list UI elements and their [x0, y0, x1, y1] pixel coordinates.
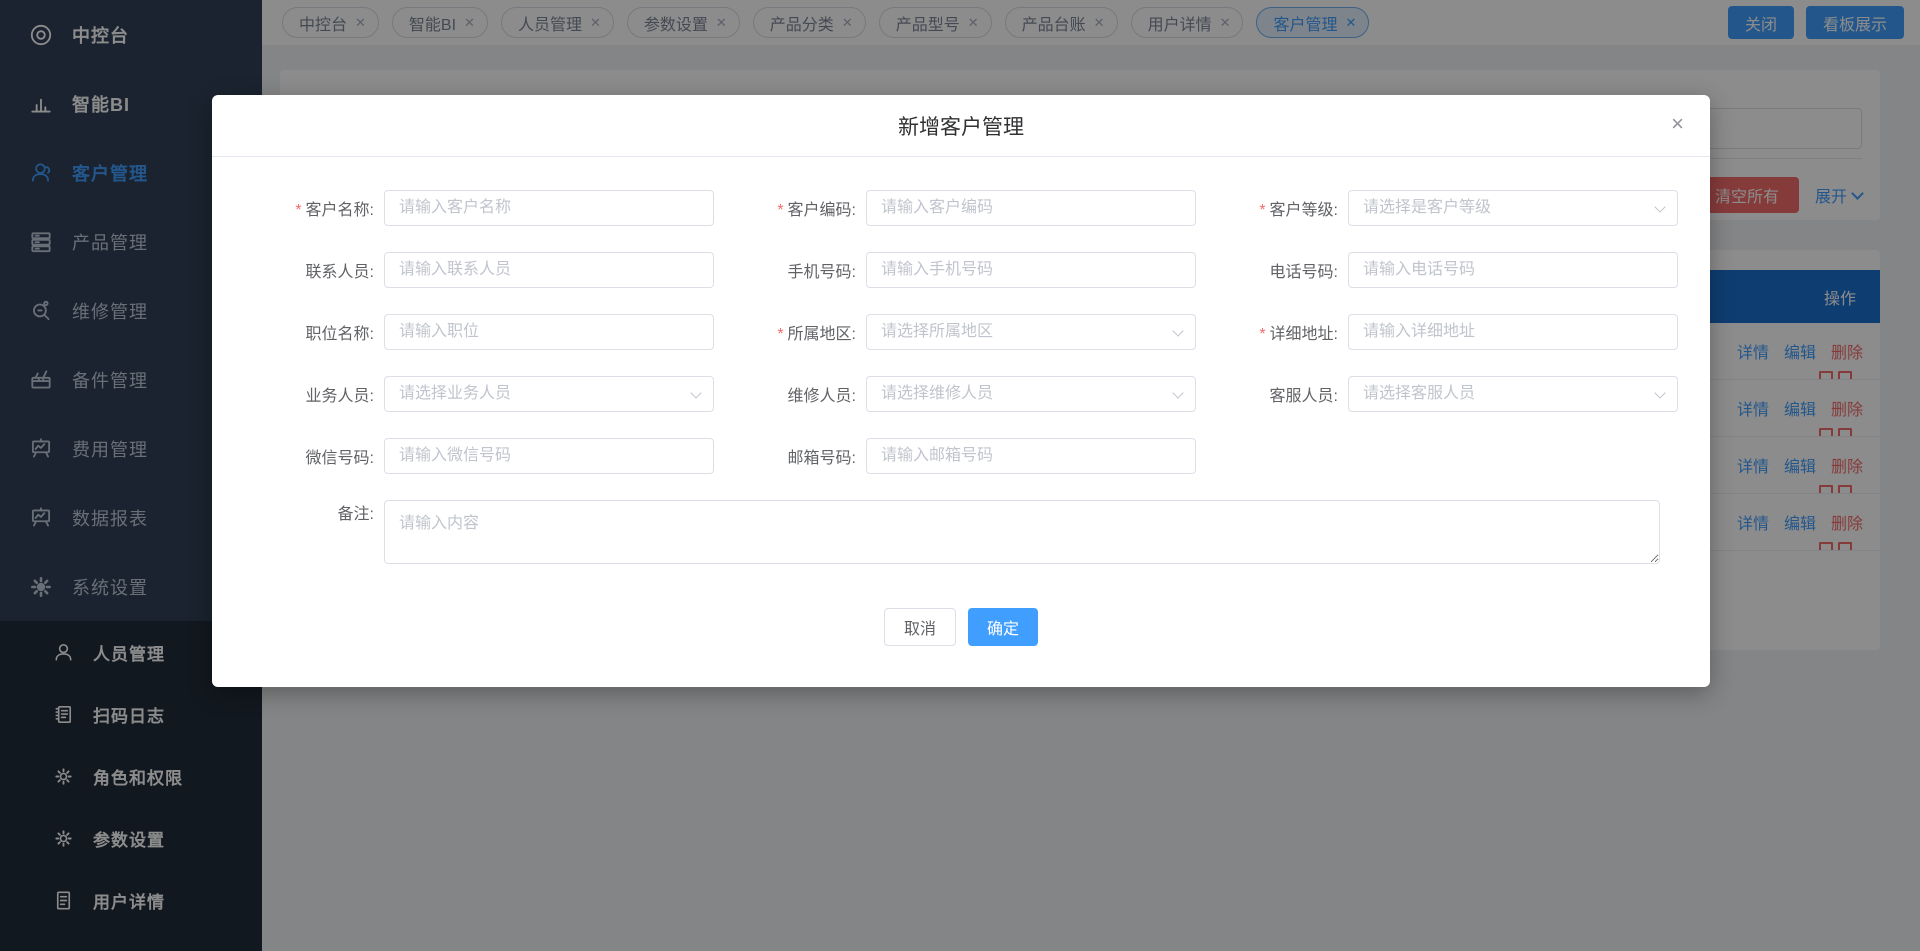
form-field: *客户名称: [238, 190, 720, 226]
required-asterisk: * [777, 202, 783, 219]
field-label: 微信号码: [238, 444, 384, 468]
required-asterisk: * [1259, 202, 1265, 219]
field-label: 备注: [238, 500, 384, 564]
form-field: *所属地区: [720, 314, 1202, 350]
input-邮箱号码[interactable] [866, 438, 1196, 474]
note-row: 备注: [238, 500, 1684, 564]
select-客服人员[interactable] [1348, 376, 1678, 412]
field-label: 职位名称: [238, 320, 384, 344]
select-所属地区[interactable] [866, 314, 1196, 350]
select-control [866, 314, 1196, 350]
form-field: *客户编码: [720, 190, 1202, 226]
note-control [384, 500, 1660, 564]
form-field: 邮箱号码: [720, 438, 1202, 474]
field-label: 邮箱号码: [720, 444, 866, 468]
form-field: 联系人员: [238, 252, 720, 288]
form-row: *客户名称: *客户编码: *客户等级: [238, 190, 1684, 226]
field-label: 联系人员: [238, 258, 384, 282]
form-row: 微信号码: 邮箱号码: [238, 438, 1684, 474]
input-客户编码[interactable] [866, 190, 1196, 226]
input-control [1348, 314, 1678, 350]
form-field: 职位名称: [238, 314, 720, 350]
select-control [384, 376, 714, 412]
form-field: 微信号码: [238, 438, 720, 474]
input-control [384, 438, 714, 474]
form-row: 业务人员: 维修人员: 客服人员: [238, 376, 1684, 412]
form-field: 业务人员: [238, 376, 720, 412]
input-control [384, 190, 714, 226]
required-asterisk: * [1259, 326, 1265, 343]
select-维修人员[interactable] [866, 376, 1196, 412]
field-label: 业务人员: [238, 382, 384, 406]
form-field: 手机号码: [720, 252, 1202, 288]
field-label: 客服人员: [1202, 382, 1348, 406]
field-label: 电话号码: [1202, 258, 1348, 282]
input-control [384, 252, 714, 288]
input-详细地址[interactable] [1348, 314, 1678, 350]
field-label: *客户名称: [238, 196, 384, 220]
textarea-备注[interactable] [384, 500, 1660, 564]
input-control [866, 438, 1196, 474]
form-row: 职位名称: *所属地区: *详细地址: [238, 314, 1684, 350]
field-label: 手机号码: [720, 258, 866, 282]
select-业务人员[interactable] [384, 376, 714, 412]
input-职位名称[interactable] [384, 314, 714, 350]
required-asterisk: * [777, 326, 783, 343]
form-row: 联系人员: 手机号码: 电话号码: [238, 252, 1684, 288]
confirm-button[interactable]: 确定 [968, 608, 1038, 646]
field-label: *客户等级: [1202, 196, 1348, 220]
select-客户等级[interactable] [1348, 190, 1678, 226]
select-control [1348, 190, 1678, 226]
modal-footer: 取消 确定 [212, 608, 1710, 646]
modal-title: 新增客户管理 [898, 111, 1024, 141]
input-电话号码[interactable] [1348, 252, 1678, 288]
modal-header: 新增客户管理 × [212, 95, 1710, 157]
select-control [1348, 376, 1678, 412]
form-field: 客服人员: [1202, 376, 1684, 412]
add-customer-modal: 新增客户管理 × *客户名称: *客户编码: *客户等级: 联系人员: 手机号码: 电话号… [212, 95, 1710, 687]
input-微信号码[interactable] [384, 438, 714, 474]
modal-body: *客户名称: *客户编码: *客户等级: 联系人员: 手机号码: 电话号码: 职位名称: *所… [212, 157, 1710, 564]
select-control [866, 376, 1196, 412]
close-icon[interactable]: × [1671, 113, 1684, 135]
form-field: *客户等级: [1202, 190, 1684, 226]
form-field: 电话号码: [1202, 252, 1684, 288]
form-field: *详细地址: [1202, 314, 1684, 350]
form-field: 维修人员: [720, 376, 1202, 412]
field-label: *所属地区: [720, 320, 866, 344]
input-手机号码[interactable] [866, 252, 1196, 288]
input-control [866, 190, 1196, 226]
input-control [866, 252, 1196, 288]
input-客户名称[interactable] [384, 190, 714, 226]
field-label: *详细地址: [1202, 320, 1348, 344]
field-label: *客户编码: [720, 196, 866, 220]
input-联系人员[interactable] [384, 252, 714, 288]
cancel-button[interactable]: 取消 [884, 608, 956, 646]
field-label: 维修人员: [720, 382, 866, 406]
input-control [1348, 252, 1678, 288]
input-control [384, 314, 714, 350]
required-asterisk: * [295, 202, 301, 219]
